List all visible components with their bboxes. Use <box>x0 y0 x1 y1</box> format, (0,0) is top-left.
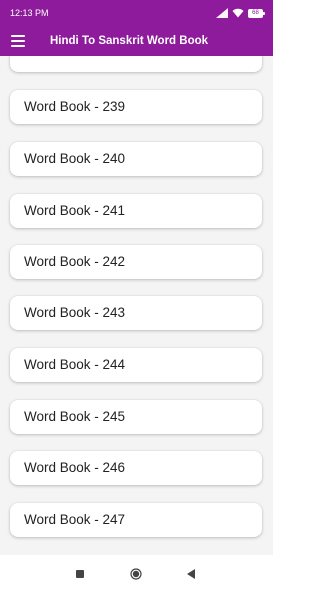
app-bar: Hindi To Sanskrit Word Book <box>0 26 273 56</box>
list-item[interactable]: Word Book - 245 <box>10 400 262 434</box>
list-item-label: Word Book - 241 <box>24 203 126 218</box>
list-item-label: Word Book - 247 <box>24 512 126 527</box>
wifi-icon <box>232 8 244 18</box>
list-item-label: Word Book - 246 <box>24 460 126 475</box>
menu-line <box>11 40 25 42</box>
battery-icon: 68 <box>248 8 265 18</box>
list-item[interactable]: Word Book - 247 <box>10 503 262 537</box>
status-time: 12:13 PM <box>10 8 49 18</box>
status-icons: 68 <box>216 7 265 19</box>
list-item-label: Word Book - 240 <box>24 151 126 166</box>
list-item-label: Word Book - 239 <box>24 99 126 114</box>
list-item[interactable]: Word Book - 240 <box>10 142 262 176</box>
status-bar: 12:13 PM 68 <box>0 0 273 26</box>
word-book-list[interactable]: Word Book - 239 Word Book - 240 Word Boo… <box>0 56 273 548</box>
list-item[interactable]: Word Book - 246 <box>10 451 262 485</box>
app-title: Hindi To Sanskrit Word Book <box>50 35 209 47</box>
hamburger-menu-icon[interactable] <box>11 34 25 48</box>
list-item-label: Word Book - 244 <box>24 357 126 372</box>
list-item-label: Word Book - 242 <box>24 254 126 269</box>
list-item[interactable]: Word Book - 241 <box>10 194 262 228</box>
circle-home-icon[interactable] <box>130 568 142 580</box>
list-item-label: Word Book - 243 <box>24 305 126 320</box>
menu-line <box>11 35 25 37</box>
system-navigation-bar <box>0 555 273 592</box>
list-item[interactable]: Word Book - 239 <box>10 90 262 124</box>
screen: 12:13 PM 68 Hindi To Sanskrit Word Book … <box>0 0 273 592</box>
triangle-back-icon[interactable] <box>186 568 196 580</box>
signal-icon <box>216 8 228 18</box>
list-item-partial[interactable] <box>10 56 262 72</box>
list-item[interactable]: Word Book - 242 <box>10 245 262 279</box>
square-recents-icon[interactable] <box>76 570 84 578</box>
list-item[interactable]: Word Book - 243 <box>10 296 262 330</box>
list-item-label: Word Book - 245 <box>24 409 126 424</box>
menu-line <box>11 45 25 47</box>
list-item[interactable]: Word Book - 244 <box>10 348 262 382</box>
